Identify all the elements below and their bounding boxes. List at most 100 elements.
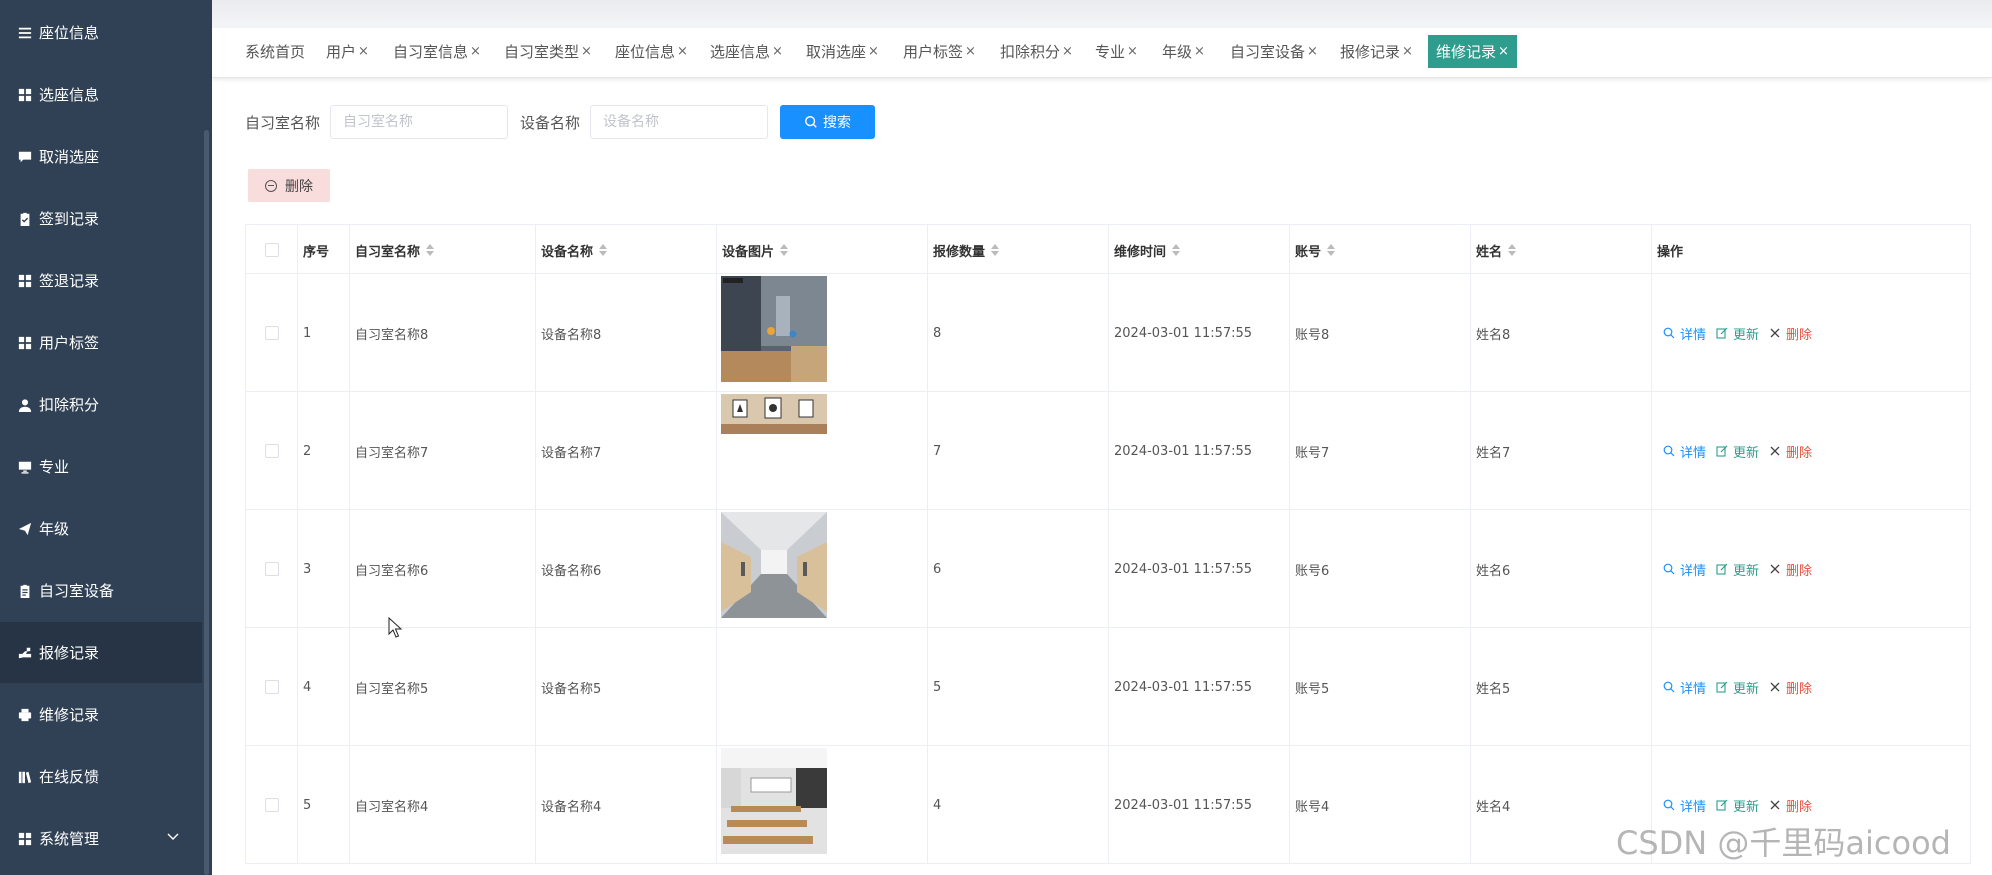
tag-item[interactable]: 取消选座 × — [806, 35, 879, 68]
tag-item[interactable]: 扣除积分 × — [1000, 35, 1073, 68]
sidebar-item[interactable]: 自习室设备 — [0, 560, 202, 621]
close-icon[interactable]: × — [868, 44, 879, 59]
close-icon[interactable]: × — [470, 44, 481, 59]
detail-button[interactable]: 详情 — [1663, 796, 1706, 815]
sort-icon[interactable] — [599, 244, 608, 256]
sidebar-item[interactable]: 签到记录 — [0, 188, 202, 249]
sort-icon[interactable] — [1327, 244, 1336, 256]
column-divider — [349, 224, 350, 864]
detail-button[interactable]: 详情 — [1663, 678, 1706, 697]
sidebar-scrollbar[interactable] — [204, 130, 209, 875]
tag-item[interactable]: 报修记录 × — [1340, 35, 1413, 68]
batch-delete-button[interactable]: 删除 — [248, 169, 330, 202]
tag-item[interactable]: 专业 × — [1095, 35, 1138, 68]
row-checkbox[interactable] — [265, 680, 279, 694]
row-checkbox[interactable] — [265, 326, 279, 340]
books-icon — [17, 769, 33, 785]
header-device[interactable]: 设备名称 — [536, 225, 608, 275]
cell-index: 3 — [303, 561, 312, 577]
sidebar-item[interactable]: 系统管理 — [0, 808, 202, 869]
row-checkbox[interactable] — [265, 444, 279, 458]
delete-button[interactable]: 删除 — [1769, 796, 1812, 815]
update-button[interactable]: 更新 — [1716, 442, 1759, 461]
sidebar-item[interactable]: 专业 — [0, 436, 202, 497]
update-button[interactable]: 更新 — [1716, 324, 1759, 343]
grid-icon — [17, 273, 33, 289]
detail-button[interactable]: 详情 — [1663, 442, 1706, 461]
select-all-checkbox[interactable] — [265, 243, 279, 257]
batch-delete-label: 删除 — [285, 177, 313, 194]
sidebar-item[interactable]: 选座信息 — [0, 64, 202, 125]
close-icon[interactable]: × — [1402, 44, 1413, 59]
sidebar-item[interactable]: 报修记录 — [0, 622, 202, 683]
delete-button[interactable]: 删除 — [1769, 442, 1812, 461]
row-actions: 详情 更新 删除 — [1663, 796, 1822, 815]
header-name[interactable]: 姓名 — [1471, 225, 1517, 275]
tag-label: 自习室类型 — [504, 43, 580, 61]
tag-item[interactable]: 自习室设备 × — [1230, 35, 1318, 68]
delete-button[interactable]: 删除 — [1769, 324, 1812, 343]
header-image[interactable]: 设备图片 — [717, 225, 789, 275]
tag-item[interactable]: 自习室类型 × — [504, 35, 592, 68]
delete-button[interactable]: 删除 — [1769, 560, 1812, 579]
close-icon[interactable]: × — [1127, 44, 1138, 59]
close-icon[interactable]: × — [1307, 44, 1318, 59]
tag-item[interactable]: 用户标签 × — [903, 35, 976, 68]
cell-name: 姓名7 — [1476, 445, 1511, 461]
search-button[interactable]: 搜索 — [780, 105, 875, 139]
printer-icon — [17, 707, 33, 723]
update-button[interactable]: 更新 — [1716, 678, 1759, 697]
close-icon[interactable]: × — [772, 44, 783, 59]
header-account[interactable]: 账号 — [1290, 225, 1336, 275]
tag-item[interactable]: 选座信息 × — [710, 35, 783, 68]
device-image[interactable] — [721, 394, 827, 500]
detail-button[interactable]: 详情 — [1663, 324, 1706, 343]
sidebar-item[interactable]: 用户标签 — [0, 312, 202, 373]
monitor-icon — [17, 459, 33, 475]
close-icon[interactable]: × — [677, 44, 688, 59]
row-checkbox[interactable] — [265, 798, 279, 812]
column-divider — [535, 224, 536, 864]
device-image[interactable] — [721, 748, 827, 854]
header-time[interactable]: 维修时间 — [1109, 225, 1181, 275]
sort-icon[interactable] — [1508, 244, 1517, 256]
tag-item[interactable]: 年级 × — [1162, 35, 1205, 68]
delete-button[interactable]: 删除 — [1769, 678, 1812, 697]
sidebar-item[interactable]: 取消选座 — [0, 126, 202, 187]
device-image[interactable] — [721, 276, 827, 382]
tag-item[interactable]: 自习室信息 × — [393, 35, 481, 68]
close-icon[interactable]: × — [1062, 44, 1073, 59]
edit-icon — [1716, 445, 1728, 457]
tag-label: 用户标签 — [903, 43, 964, 61]
sort-icon[interactable] — [426, 244, 435, 256]
sidebar-item[interactable]: 扣除积分 — [0, 374, 202, 435]
tag-item[interactable]: 系统首页 — [245, 35, 305, 68]
sort-icon[interactable] — [780, 244, 789, 256]
header-room[interactable]: 自习室名称 — [350, 225, 435, 275]
tag-item[interactable]: 用户 × — [326, 35, 369, 68]
close-icon[interactable]: × — [1498, 44, 1509, 59]
update-button[interactable]: 更新 — [1716, 796, 1759, 815]
room-name-input[interactable] — [330, 105, 508, 139]
close-icon[interactable]: × — [358, 44, 369, 59]
sidebar-item[interactable]: 签退记录 — [0, 250, 202, 311]
tag-item[interactable]: 座位信息 × — [615, 35, 688, 68]
update-button[interactable]: 更新 — [1716, 560, 1759, 579]
tag-item[interactable]: 维修记录 × — [1428, 35, 1517, 68]
sort-icon[interactable] — [1172, 244, 1181, 256]
sidebar-item[interactable]: 年级 — [0, 498, 202, 559]
close-icon[interactable]: × — [965, 44, 976, 59]
row-checkbox[interactable] — [265, 562, 279, 576]
sidebar-item[interactable]: 在线反馈 — [0, 746, 202, 807]
sidebar-item[interactable]: 座位信息 — [0, 2, 202, 63]
close-icon — [1770, 682, 1780, 692]
close-icon[interactable]: × — [1194, 44, 1205, 59]
sort-icon[interactable] — [991, 244, 1000, 256]
device-image[interactable] — [721, 512, 827, 618]
detail-button[interactable]: 详情 — [1663, 560, 1706, 579]
sidebar-item-label: 签退记录 — [39, 272, 100, 290]
device-name-input[interactable] — [590, 105, 768, 139]
close-icon[interactable]: × — [581, 44, 592, 59]
sidebar-item[interactable]: 维修记录 — [0, 684, 202, 745]
header-count[interactable]: 报修数量 — [928, 225, 1000, 275]
